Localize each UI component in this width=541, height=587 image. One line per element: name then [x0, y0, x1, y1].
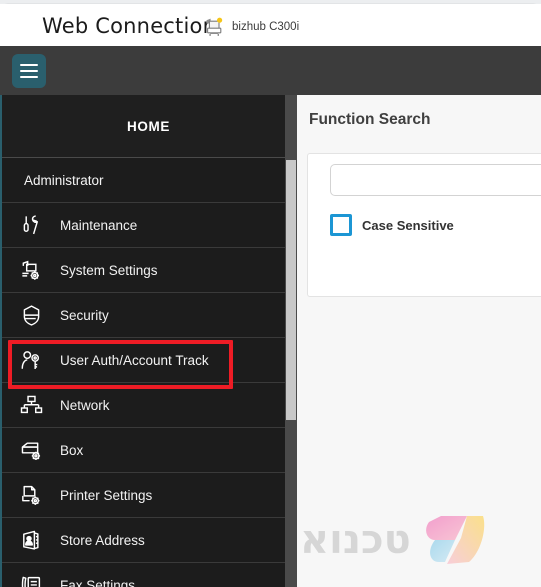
sidebar-item-label: User Auth/Account Track — [60, 352, 209, 368]
sidebar-item-label: Fax Settings — [60, 577, 136, 587]
search-input[interactable] — [330, 164, 541, 196]
sidebar-section-administrator: Administrator — [0, 157, 297, 202]
sidebar-item-label: Network — [60, 397, 110, 413]
sidebar-item-label: Printer Settings — [60, 487, 153, 503]
case-sensitive-label: Case Sensitive — [362, 217, 454, 233]
address-book-icon — [16, 525, 46, 555]
page-title: Function Search — [309, 111, 431, 128]
user-key-icon — [16, 345, 46, 375]
tray-gear-icon — [16, 435, 46, 465]
document-gear-icon — [16, 480, 46, 510]
sidebar: HOME Administrator Maintenance System Se… — [0, 95, 297, 587]
shield-icon — [16, 300, 46, 330]
sidebar-item-security[interactable]: Security — [0, 292, 297, 337]
content-pane: Function Search Case Sensitive — [297, 95, 541, 587]
sidebar-home-bar[interactable]: HOME — [0, 95, 297, 157]
sidebar-item-label: Maintenance — [60, 217, 138, 233]
sidebar-item-printer-settings[interactable]: Printer Settings — [0, 472, 297, 517]
device-name-label: bizhub C300i — [232, 21, 300, 33]
sidebar-menu: Administrator Maintenance System Setting… — [0, 157, 297, 587]
sidebar-scrollbar-thumb[interactable] — [286, 160, 296, 420]
top-toolbar — [0, 46, 541, 95]
sidebar-item-box[interactable]: Box — [0, 427, 297, 472]
sidebar-item-store-address[interactable]: Store Address — [0, 517, 297, 562]
app-root: Web Connection bizhub C300i HOME Adminis… — [0, 0, 541, 587]
sidebar-item-fax-settings[interactable]: Fax Settings — [0, 562, 297, 587]
sidebar-item-label: Store Address — [60, 532, 145, 548]
brand-header: Web Connection bizhub C300i — [0, 4, 541, 46]
case-sensitive-checkbox[interactable] — [330, 214, 352, 236]
case-sensitive-row[interactable]: Case Sensitive — [330, 214, 454, 236]
wrench-screwdriver-icon — [16, 210, 46, 240]
hamburger-icon[interactable] — [12, 54, 46, 88]
sidebar-item-label: Security — [60, 307, 109, 323]
sidebar-item-user-auth-account-track[interactable]: User Auth/Account Track — [0, 337, 297, 382]
sidebar-item-network[interactable]: Network — [0, 382, 297, 427]
sidebar-item-system-settings[interactable]: System Settings — [0, 247, 297, 292]
printer-gear-icon — [16, 255, 46, 285]
device-indicator[interactable]: bizhub C300i — [203, 17, 299, 37]
sidebar-item-label: System Settings — [60, 262, 158, 278]
app-logo-text: Web Connection — [42, 14, 217, 38]
sidebar-accent-strip — [0, 95, 2, 587]
network-tree-icon — [16, 390, 46, 420]
printer-icon — [203, 17, 225, 37]
sidebar-section-label: Administrator — [24, 172, 104, 188]
sidebar-home-label: HOME — [127, 118, 170, 134]
sidebar-item-maintenance[interactable]: Maintenance — [0, 202, 297, 247]
sidebar-item-label: Box — [60, 442, 84, 458]
fax-icon — [16, 570, 46, 587]
